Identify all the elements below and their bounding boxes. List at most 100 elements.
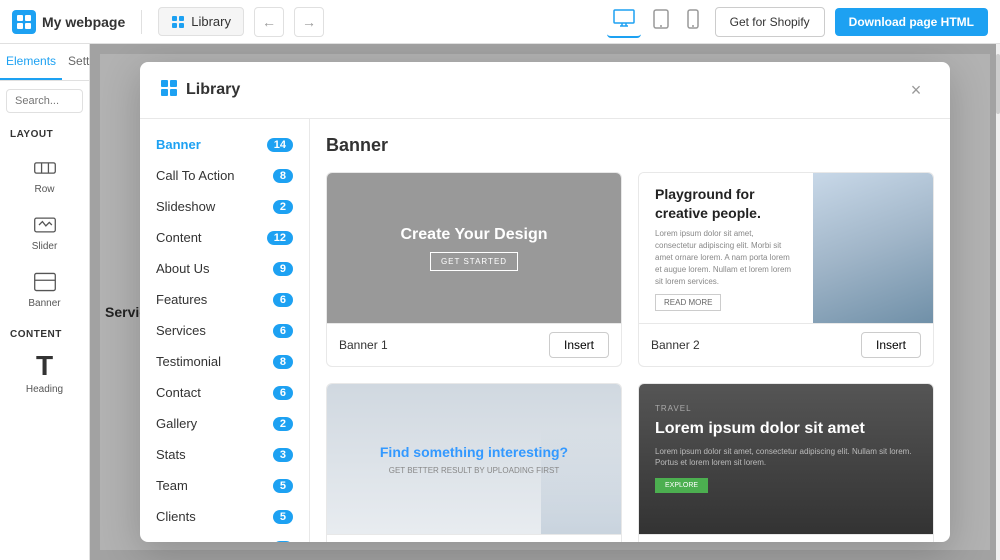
divider <box>141 10 142 34</box>
nav-badge: 6 <box>273 386 293 400</box>
redo-button[interactable]: → <box>294 7 324 37</box>
nav-item-label: Slideshow <box>156 199 215 214</box>
nav-badge: 2 <box>273 541 293 543</box>
sidebar-item-row[interactable]: Row <box>6 148 83 203</box>
brand: My webpage <box>12 10 125 34</box>
nav-item-contact[interactable]: Contact 6 <box>140 377 309 408</box>
nav-badge: 3 <box>273 448 293 462</box>
nav-item-label: Services <box>156 323 206 338</box>
banner-1-bg: Create Your Design GET STARTED <box>327 173 621 323</box>
banner-2-heading: Playground for creative people. <box>655 185 797 221</box>
main-layout: Elements Settings LAYOUT Row Slider Bann… <box>0 44 1000 560</box>
banner-1-name: Banner 1 <box>339 338 388 352</box>
grid-icon <box>171 15 185 29</box>
library-button[interactable]: Library <box>158 7 244 36</box>
nav-item-label: Call To Action <box>156 168 235 183</box>
nav-item-stats[interactable]: Stats 3 <box>140 439 309 470</box>
modal-close-button[interactable]: × <box>902 76 930 104</box>
nav-badge: 8 <box>273 355 293 369</box>
nav-badge: 6 <box>273 324 293 338</box>
nav-item-trust[interactable]: Trust2 <box>140 532 309 542</box>
library-label: Library <box>191 14 231 29</box>
nav-item-label: Content <box>156 230 202 245</box>
nav-badge: 14 <box>267 138 293 152</box>
banner-3-preview: Find something interesting? GET BETTER R… <box>327 384 621 534</box>
layout-section-label: LAYOUT <box>0 121 89 144</box>
banner-card-1: Create Your Design GET STARTED Banner 1 … <box>326 172 622 367</box>
banner-label: Banner <box>28 298 60 309</box>
banner-4-btn: EXPLORE <box>655 478 708 493</box>
left-sidebar: Elements Settings LAYOUT Row Slider Bann… <box>0 44 90 560</box>
heading-icon: T <box>36 352 53 380</box>
nav-badge: 5 <box>273 510 293 524</box>
nav-item-about-us[interactable]: About Us9 <box>140 253 309 284</box>
banner-2-preview: Playground for creative people. Lorem ip… <box>639 173 933 323</box>
banner-1-cta: GET STARTED <box>430 252 518 271</box>
nav-badge: 12 <box>267 231 293 245</box>
modal-section-title: Banner <box>326 135 934 156</box>
banner-4-preview: TRAVEL Lorem ipsum dolor sit amet Lorem … <box>639 384 933 534</box>
banner-2-insert-button[interactable]: Insert <box>861 332 921 358</box>
nav-item-call-to-action[interactable]: Call To Action 8 <box>140 160 309 191</box>
banner-card-2: Playground for creative people. Lorem ip… <box>638 172 934 367</box>
modal-body: Banner14Call To Action8Slideshow2Content… <box>140 119 950 542</box>
search-input[interactable] <box>6 89 83 113</box>
nav-item-features[interactable]: Features6 <box>140 284 309 315</box>
page-area: Services Library × Banner14Call <box>90 44 1000 560</box>
banner-card-4: TRAVEL Lorem ipsum dolor sit amet Lorem … <box>638 383 934 542</box>
nav-item-label: Team <box>156 478 188 493</box>
desktop-icon <box>613 9 635 27</box>
row-label: Row <box>34 184 54 195</box>
view-buttons <box>607 5 705 38</box>
banner-2-footer: Banner 2 Insert <box>639 323 933 366</box>
brand-icon <box>12 10 36 34</box>
nav-item-label: Contact <box>156 385 201 400</box>
banner-2-link: READ MORE <box>655 294 721 311</box>
nav-badge: 8 <box>273 169 293 183</box>
brand-name: My webpage <box>42 14 125 30</box>
mobile-view-button[interactable] <box>681 5 705 38</box>
banner-1-insert-button[interactable]: Insert <box>549 332 609 358</box>
banner-3-bg: Find something interesting? GET BETTER R… <box>327 384 621 534</box>
top-bar: My webpage Library ← → Get for Shopify D… <box>0 0 1000 44</box>
banner-4-bg: TRAVEL Lorem ipsum dolor sit amet Lorem … <box>639 384 933 534</box>
banner-2-text: Playground for creative people. Lorem ip… <box>639 173 813 323</box>
tablet-view-button[interactable] <box>647 5 675 38</box>
banner-icon <box>33 270 57 294</box>
desktop-view-button[interactable] <box>607 5 641 38</box>
nav-item-label: Stats <box>156 447 186 462</box>
nav-item-testimonial[interactable]: Testimonial 8 <box>140 346 309 377</box>
banner-2-desc: Lorem ipsum dolor sit amet, consectetur … <box>655 228 797 288</box>
tab-elements[interactable]: Elements <box>0 44 62 80</box>
sidebar-item-slider[interactable]: Slider <box>6 205 83 260</box>
modal-content: Banner Create Your Design GET STARTED <box>310 119 950 542</box>
banner-1-preview: Create Your Design GET STARTED <box>327 173 621 323</box>
banner-2-bg: Playground for creative people. Lorem ip… <box>639 173 933 323</box>
nav-item-banner[interactable]: Banner 14 <box>140 129 309 160</box>
nav-item-content[interactable]: Content 12 <box>140 222 309 253</box>
slider-icon <box>33 213 57 237</box>
nav-item-gallery[interactable]: Gallery2 <box>140 408 309 439</box>
sidebar-item-banner[interactable]: Banner <box>6 262 83 317</box>
modal-title: Library <box>186 81 894 99</box>
download-button[interactable]: Download page HTML <box>835 8 988 36</box>
layout-items: Row Slider Banner <box>0 144 89 321</box>
get-shopify-button[interactable]: Get for Shopify <box>715 7 825 37</box>
nav-badge: 9 <box>273 262 293 276</box>
banner-3-sub: GET BETTER RESULT BY UPLOADING FIRST <box>389 466 560 475</box>
sidebar-item-heading[interactable]: T Heading <box>6 344 83 403</box>
nav-badge: 5 <box>273 479 293 493</box>
nav-item-services[interactable]: Services 6 <box>140 315 309 346</box>
nav-item-slideshow[interactable]: Slideshow2 <box>140 191 309 222</box>
nav-item-clients[interactable]: Clients5 <box>140 501 309 532</box>
nav-item-label: Banner <box>156 137 201 152</box>
undo-icon: ← <box>262 14 276 30</box>
row-icon <box>33 156 57 180</box>
nav-item-team[interactable]: Team 5 <box>140 470 309 501</box>
modal-overlay: Library × Banner 14 Call To Action 8 Slidesh… <box>90 44 1000 560</box>
banner-4-desc: Lorem ipsum dolor sit amet, consectetur … <box>655 446 917 468</box>
modal-nav: Banner14Call To Action8Slideshow2Content… <box>140 119 310 542</box>
undo-button[interactable]: ← <box>254 7 284 37</box>
nav-item-label: Testimonial <box>156 354 221 369</box>
banner-4-footer: Banner 4 Insert <box>639 534 933 542</box>
